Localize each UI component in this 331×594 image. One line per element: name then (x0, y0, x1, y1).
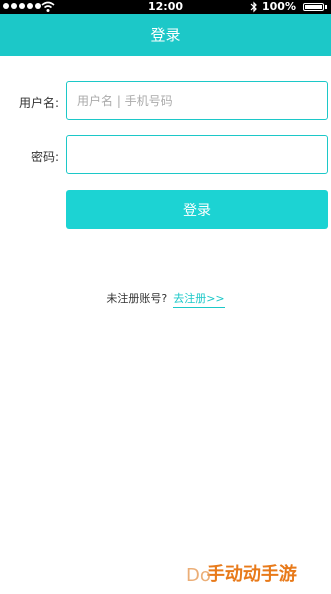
bluetooth-icon (250, 1, 257, 13)
register-row: 未注册账号? 去注册>> (0, 290, 331, 308)
watermark-prefix: Do (186, 565, 211, 586)
password-label: 密码: (30, 150, 59, 164)
page-title: 登录 (0, 14, 331, 56)
watermark-text: 手动动手游 (206, 564, 297, 585)
status-bar: 12:00 100% (0, 0, 331, 14)
username-input[interactable] (66, 81, 328, 120)
battery-tip (325, 5, 327, 9)
password-input[interactable] (66, 135, 328, 174)
watermark-logo: Do 手动动手游 (186, 560, 297, 586)
battery-percent: 100% (262, 0, 296, 13)
register-prompt: 未注册账号? (106, 292, 168, 305)
battery-icon (303, 3, 324, 11)
login-button[interactable]: 登录 (66, 190, 328, 229)
username-label: 用户名: (18, 96, 59, 110)
register-link[interactable]: 去注册>> (173, 292, 225, 308)
